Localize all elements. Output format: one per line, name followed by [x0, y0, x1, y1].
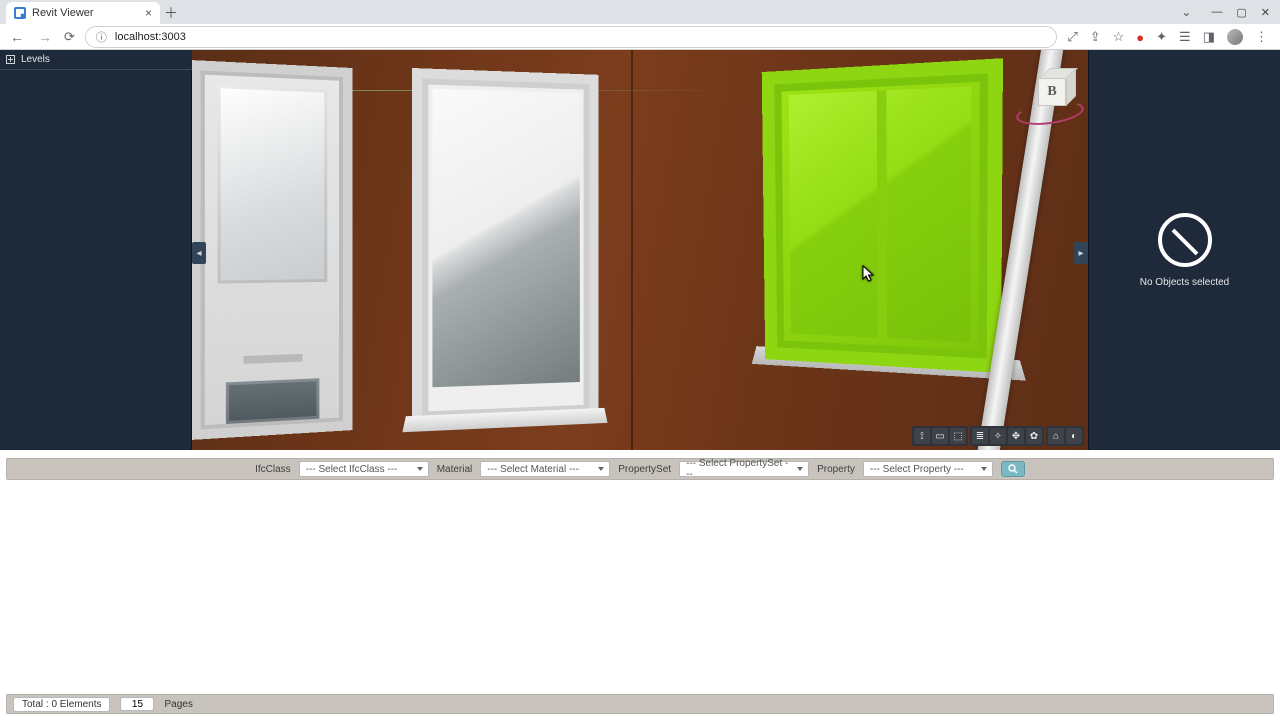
view-cube[interactable]: B — [1024, 72, 1076, 118]
side-panel-icon[interactable]: ◨ — [1203, 29, 1215, 45]
tab-search-icon[interactable]: ⌄ — [1181, 5, 1191, 19]
viewport-3d[interactable]: B ◂ ▸ ⟟ ▭ ⬚ ≣ ✧ ✥ ✿ ⌂ ◐ — [192, 50, 1088, 450]
status-bar: Total : 0 Elements Pages — [6, 694, 1274, 714]
browser-chrome: Revit Viewer × ＋ ⌄ — ▢ ✕ ← → ⟳ ⓘ localho… — [0, 0, 1280, 50]
material-select-text: --- Select Material --- — [487, 464, 579, 475]
tool-theme-icon[interactable]: ◐ — [1066, 428, 1082, 444]
toolbar-icons: ⤢ ⇪ ☆ ● ✦ ☰ ◨ ⋮ — [1067, 29, 1272, 45]
maximize-button[interactable]: ▢ — [1236, 6, 1246, 19]
search-icon — [1008, 464, 1018, 474]
menu-icon[interactable]: ⋮ — [1255, 29, 1268, 45]
browser-tab[interactable]: Revit Viewer × — [6, 2, 160, 24]
right-panel-toggle[interactable]: ▸ — [1074, 242, 1088, 264]
back-button[interactable]: ← — [8, 29, 26, 45]
reload-button[interactable]: ⟳ — [64, 29, 75, 45]
reading-list-icon[interactable]: ☰ — [1179, 29, 1191, 45]
tool-share-icon[interactable]: ✧ — [990, 428, 1006, 444]
tool-home-icon[interactable]: ⌂ — [1048, 428, 1064, 444]
propertyset-select-text: --- Select PropertySet --- — [686, 458, 790, 480]
profile-avatar[interactable] — [1227, 29, 1243, 45]
total-elements-badge: Total : 0 Elements — [13, 697, 110, 712]
address-row: ← → ⟳ ⓘ localhost:3003 ⤢ ⇪ ☆ ● ✦ ☰ ◨ ⋮ — [0, 24, 1280, 50]
window1-pane — [432, 89, 579, 388]
ifcclass-select-text: --- Select IfcClass --- — [306, 464, 398, 475]
material-select[interactable]: --- Select Material --- — [480, 461, 610, 477]
door-lower-panel — [226, 378, 319, 424]
tab-close-icon[interactable]: × — [145, 6, 152, 20]
tree-panel-header[interactable]: Levels — [0, 50, 192, 70]
viewcube-cube[interactable]: B — [1032, 72, 1066, 106]
door-glass — [218, 85, 328, 283]
property-label: Property — [817, 464, 855, 475]
propertyset-label: PropertySet — [618, 464, 671, 475]
forward-button[interactable]: → — [36, 29, 54, 45]
scene — [192, 50, 1088, 450]
recording-icon[interactable]: ● — [1136, 30, 1144, 45]
minimize-button[interactable]: — — [1211, 6, 1222, 18]
share-icon[interactable]: ⇪ — [1090, 29, 1101, 45]
material-label: Material — [437, 464, 473, 475]
ifcclass-label: IfcClass — [255, 464, 291, 475]
no-selection-icon — [1158, 213, 1212, 267]
viewport-toolbar: ⟟ ▭ ⬚ ≣ ✧ ✥ ✿ ⌂ ◐ — [912, 426, 1084, 446]
address-bar[interactable]: ⓘ localhost:3003 — [85, 26, 1057, 48]
viewcube-front-face[interactable]: B — [1038, 78, 1066, 106]
tool-fit-icon[interactable]: ✥ — [1008, 428, 1024, 444]
window2-mullion — [877, 90, 887, 338]
tab-favicon — [14, 7, 26, 19]
window-controls: ⌄ — ▢ ✕ — [1171, 0, 1280, 24]
property-select[interactable]: --- Select Property --- — [863, 461, 993, 477]
extensions-icon[interactable]: ✦ — [1156, 29, 1167, 45]
tool-box-icon[interactable]: ⬚ — [950, 428, 966, 444]
door-model[interactable] — [192, 60, 353, 440]
zoom-icon[interactable]: ⤢ — [1067, 29, 1077, 45]
wall-seam — [631, 50, 633, 450]
tree-header-label: Levels — [21, 54, 50, 65]
window-model-1[interactable] — [412, 68, 599, 428]
tree-panel-body — [0, 70, 192, 450]
tab-title: Revit Viewer — [32, 7, 94, 19]
bookmark-icon[interactable]: ☆ — [1113, 29, 1125, 45]
pages-label: Pages — [164, 699, 192, 710]
page-size-input[interactable] — [120, 697, 154, 711]
tab-strip: Revit Viewer × ＋ ⌄ — ▢ ✕ — [0, 0, 1280, 24]
tool-layers-icon[interactable]: ≣ — [972, 428, 988, 444]
window-model-selected[interactable] — [762, 58, 1003, 373]
tool-settings-icon[interactable]: ✿ — [1026, 428, 1042, 444]
url-text: localhost:3003 — [115, 31, 186, 43]
property-select-text: --- Select Property --- — [870, 464, 964, 475]
no-selection-label: No Objects selected — [1140, 277, 1230, 288]
propertyset-select[interactable]: --- Select PropertySet --- — [679, 461, 809, 477]
filter-bar: IfcClass --- Select IfcClass --- Materia… — [6, 458, 1274, 480]
app-frame: Levels — [0, 50, 1280, 450]
close-window-button[interactable]: ✕ — [1261, 6, 1270, 19]
left-panel-toggle[interactable]: ◂ — [192, 242, 206, 264]
tree-expand-icon[interactable] — [6, 55, 15, 64]
new-tab-button[interactable]: ＋ — [160, 2, 182, 24]
search-button[interactable] — [1001, 461, 1025, 477]
site-info-icon[interactable]: ⓘ — [96, 29, 107, 45]
tool-measure-icon[interactable]: ⟟ — [914, 428, 930, 444]
properties-panel: No Objects selected — [1088, 50, 1280, 450]
tool-screenshot-icon[interactable]: ▭ — [932, 428, 948, 444]
ifcclass-select[interactable]: --- Select IfcClass --- — [299, 461, 429, 477]
